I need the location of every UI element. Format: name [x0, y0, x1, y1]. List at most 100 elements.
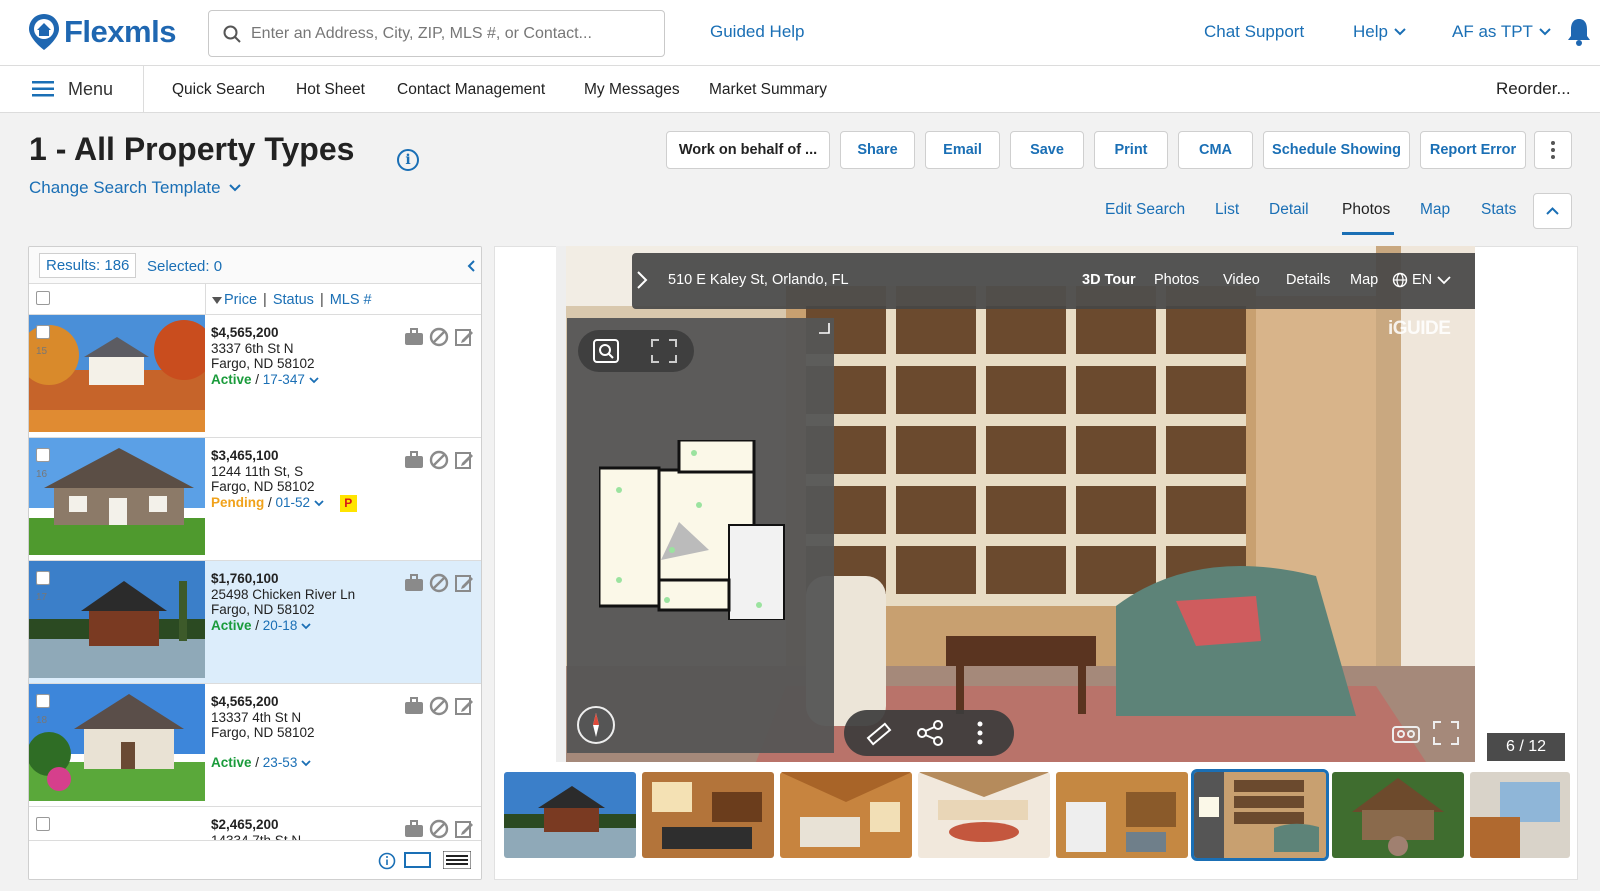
- listing-photo[interactable]: [29, 315, 205, 432]
- share-button[interactable]: Share: [840, 131, 915, 169]
- thumbnail[interactable]: [642, 772, 774, 858]
- sort-price[interactable]: Price: [224, 292, 257, 308]
- report-error-button[interactable]: Report Error: [1420, 131, 1526, 169]
- more-actions-button[interactable]: [1534, 131, 1572, 169]
- listing-mls[interactable]: 17-347: [263, 372, 305, 387]
- block-icon[interactable]: [429, 450, 449, 470]
- change-search-template[interactable]: Change Search Template: [29, 178, 241, 198]
- info-icon[interactable]: [378, 852, 396, 870]
- block-icon[interactable]: [429, 819, 449, 839]
- chevron-down-icon[interactable]: [308, 376, 319, 384]
- flexmls-logo[interactable]: Flexmls: [26, 12, 176, 52]
- briefcase-icon[interactable]: [404, 327, 424, 347]
- block-icon[interactable]: [429, 696, 449, 716]
- menu-button[interactable]: Menu: [0, 66, 144, 112]
- tour-tab-3d[interactable]: 3D Tour: [1082, 272, 1136, 288]
- collapse-header-button[interactable]: [1533, 193, 1572, 229]
- compact-list-icon[interactable]: [443, 851, 471, 869]
- listing-checkbox[interactable]: [36, 817, 50, 831]
- tour-tab-map[interactable]: Map: [1350, 272, 1378, 288]
- nav-my-messages[interactable]: My Messages: [584, 81, 680, 99]
- card-view-icon[interactable]: [404, 852, 431, 868]
- chevron-left-icon[interactable]: [466, 259, 476, 273]
- block-icon[interactable]: [429, 327, 449, 347]
- bell-icon[interactable]: [1566, 17, 1592, 47]
- print-button[interactable]: Print: [1094, 131, 1168, 169]
- schedule-showing-button[interactable]: Schedule Showing: [1263, 131, 1410, 169]
- help-menu[interactable]: Help: [1353, 22, 1406, 42]
- more-vertical-icon[interactable]: [976, 720, 984, 746]
- tab-photos[interactable]: Photos: [1342, 201, 1390, 219]
- tour-tab-details[interactable]: Details: [1286, 272, 1330, 288]
- edit-note-icon[interactable]: [454, 327, 474, 347]
- chevron-down-icon[interactable]: [314, 499, 324, 507]
- tab-list[interactable]: List: [1215, 201, 1239, 219]
- zoom-to-fit-icon[interactable]: [592, 338, 620, 364]
- listing-row[interactable]: 18 $4,565,200 13337 4th St N Fargo, ND 5…: [29, 684, 481, 807]
- fullscreen-icon[interactable]: [1432, 720, 1460, 746]
- nav-hot-sheet[interactable]: Hot Sheet: [296, 81, 365, 99]
- sort-mls[interactable]: MLS #: [330, 292, 372, 308]
- floor-plan[interactable]: [599, 440, 789, 620]
- edit-note-icon[interactable]: [454, 696, 474, 716]
- listing-row[interactable]: 15 $4,565,200 3337 6th St N Fargo, ND 58…: [29, 315, 481, 438]
- thumbnail[interactable]: [780, 772, 912, 858]
- info-icon[interactable]: i: [397, 149, 419, 171]
- tab-map[interactable]: Map: [1420, 201, 1450, 219]
- tour-tab-video[interactable]: Video: [1223, 272, 1260, 288]
- listing-row-selected[interactable]: 17 $1,760,100 25498 Chicken River Ln Far…: [29, 561, 481, 684]
- tab-stats[interactable]: Stats: [1481, 201, 1516, 219]
- results-count[interactable]: Results: 186: [39, 253, 137, 278]
- thumbnail[interactable]: [918, 772, 1050, 858]
- listing-photo[interactable]: [29, 684, 205, 801]
- nav-market-summary[interactable]: Market Summary: [709, 81, 827, 99]
- sort-status[interactable]: Status: [273, 292, 314, 308]
- edit-note-icon[interactable]: [454, 819, 474, 839]
- search-input[interactable]: [251, 24, 651, 43]
- fullscreen-icon[interactable]: [650, 338, 678, 364]
- select-all-checkbox[interactable]: [36, 291, 50, 305]
- thumbnail[interactable]: [1056, 772, 1188, 858]
- listing-mls[interactable]: 01-52: [276, 495, 311, 510]
- tour-tab-photos[interactable]: Photos: [1154, 272, 1199, 288]
- listing-mls[interactable]: 20-18: [263, 618, 298, 633]
- cma-button[interactable]: CMA: [1178, 131, 1253, 169]
- guided-help-link[interactable]: Guided Help: [710, 22, 805, 42]
- vr-icon[interactable]: [1392, 722, 1420, 744]
- global-search[interactable]: [208, 10, 665, 57]
- thumbnail[interactable]: [1332, 772, 1464, 858]
- block-icon[interactable]: [429, 573, 449, 593]
- ruler-icon[interactable]: [866, 722, 892, 746]
- tab-edit-search[interactable]: Edit Search: [1105, 201, 1185, 219]
- nav-quick-search[interactable]: Quick Search: [172, 81, 265, 99]
- share-icon[interactable]: [916, 720, 944, 746]
- chevron-down-icon[interactable]: [301, 622, 311, 630]
- email-button[interactable]: Email: [925, 131, 1000, 169]
- tab-detail[interactable]: Detail: [1269, 201, 1309, 219]
- selected-count[interactable]: Selected: 0: [147, 258, 222, 275]
- compass-icon[interactable]: [577, 706, 615, 744]
- thumbnail[interactable]: [504, 772, 636, 858]
- reorder-link[interactable]: Reorder...: [1496, 79, 1571, 99]
- language-select[interactable]: EN: [1392, 272, 1452, 288]
- floor-plan-panel[interactable]: [567, 318, 834, 753]
- thumbnail[interactable]: [1470, 772, 1570, 858]
- listing-checkbox[interactable]: [36, 694, 50, 708]
- edit-note-icon[interactable]: [454, 450, 474, 470]
- save-button[interactable]: Save: [1010, 131, 1084, 169]
- listing-checkbox[interactable]: [36, 325, 50, 339]
- listing-mls[interactable]: 23-53: [263, 755, 298, 770]
- listing-photo[interactable]: [29, 561, 205, 678]
- chevron-down-icon[interactable]: [301, 759, 311, 767]
- edit-note-icon[interactable]: [454, 573, 474, 593]
- resize-corner-icon[interactable]: [818, 322, 830, 334]
- briefcase-icon[interactable]: [404, 696, 424, 716]
- chevron-right-icon[interactable]: [636, 270, 648, 290]
- briefcase-icon[interactable]: [404, 819, 424, 839]
- briefcase-icon[interactable]: [404, 573, 424, 593]
- nav-contact-management[interactable]: Contact Management: [397, 81, 545, 99]
- chat-support-link[interactable]: Chat Support: [1204, 22, 1304, 42]
- work-on-behalf-button[interactable]: Work on behalf of ...: [666, 131, 830, 169]
- user-menu[interactable]: AF as TPT: [1452, 22, 1551, 42]
- listing-checkbox[interactable]: [36, 571, 50, 585]
